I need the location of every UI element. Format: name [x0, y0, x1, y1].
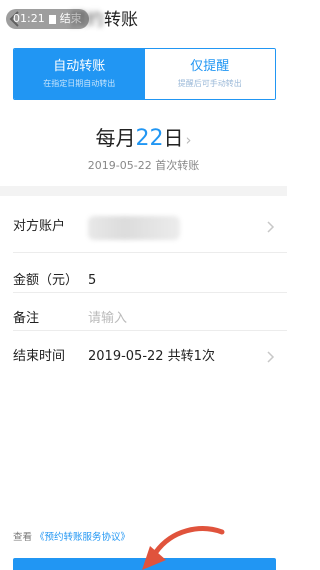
- tab-auto-transfer-label: 自动转账: [53, 59, 106, 74]
- status-time: 01:21: [13, 12, 45, 25]
- agreement-prefix: 查看: [13, 532, 33, 543]
- agreement-link[interactable]: 《预约转账服务协议》: [35, 532, 130, 543]
- chevron-right-icon: [267, 351, 275, 363]
- tab-remind-only[interactable]: 仅提醒 提醒后可手动转出: [144, 49, 275, 99]
- title-prefix: 预约: [70, 10, 104, 30]
- schedule-suffix: 日: [163, 126, 184, 150]
- mode-segmented-control: 自动转账 在指定日期自动转出 仅提醒 提醒后可手动转出: [13, 48, 276, 100]
- row-separator: [13, 330, 287, 331]
- remark-input[interactable]: 请输入: [88, 310, 127, 328]
- chevron-right-icon: ›: [185, 131, 192, 149]
- tab-auto-transfer[interactable]: 自动转账 在指定日期自动转出: [14, 49, 145, 99]
- amount-label: 金额（元）: [13, 273, 79, 288]
- amount-value: 5: [88, 273, 97, 288]
- scheduled-transfer-page: 01:21 结束 预约转账 自动转账 在指定日期自动转出 仅提醒 提醒后可手动转…: [0, 0, 287, 570]
- arrow-annotation-icon: [142, 526, 225, 570]
- schedule-day: 22: [135, 126, 164, 151]
- tab-auto-transfer-sub: 在指定日期自动转出: [43, 79, 116, 88]
- row-separator: [13, 292, 287, 293]
- title-main: 转账: [104, 10, 138, 30]
- schedule-line: 每月22日 ›: [0, 124, 287, 154]
- header: 01:21 结束 预约转账: [0, 0, 287, 40]
- tab-remind-only-label: 仅提醒: [190, 59, 230, 74]
- row-separator: [13, 252, 287, 253]
- schedule-date[interactable]: 每月22日 › 2019-05-22 首次转账: [0, 124, 287, 173]
- chevron-right-icon: [267, 221, 275, 233]
- end-time-row[interactable]: 结束时间 2019-05-22 共转1次: [0, 336, 287, 380]
- schedule-prefix: 每月: [95, 126, 136, 150]
- end-time-label: 结束时间: [13, 349, 66, 364]
- account-label: 对方账户: [13, 219, 66, 234]
- stop-icon: [48, 14, 56, 24]
- page-title: 预约转账: [70, 8, 138, 32]
- account-value-blurred: [88, 216, 180, 240]
- agreement-text: 查看 《预约转账服务协议》: [13, 529, 130, 543]
- end-time-value: 2019-05-22 共转1次: [88, 349, 215, 364]
- remark-label: 备注: [13, 311, 40, 326]
- account-row[interactable]: 对方账户: [0, 206, 287, 250]
- tab-remind-only-sub: 提醒后可手动转出: [177, 79, 242, 88]
- section-divider: [0, 186, 287, 196]
- first-transfer-date: 2019-05-22 首次转账: [87, 159, 200, 172]
